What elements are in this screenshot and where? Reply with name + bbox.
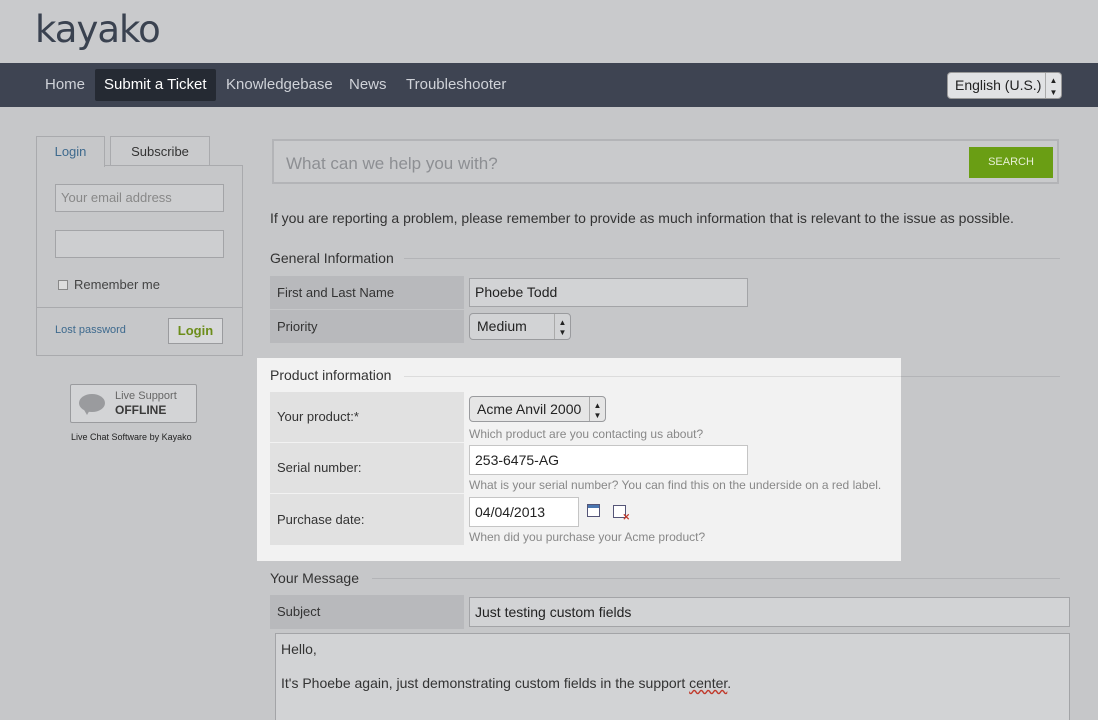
section-divider [404,376,901,377]
clear-date-icon[interactable] [613,505,630,523]
priority-value: Medium [477,318,527,334]
purchase-date-label: Purchase date: [270,494,464,545]
tab-subscribe[interactable]: Subscribe [110,136,210,166]
live-support-status: OFFLINE [115,403,167,417]
credit-text: Live Chat Software [71,432,148,442]
select-arrows-icon: ▲ ▼ [554,314,570,339]
calendar-icon[interactable] [587,504,600,517]
product-select[interactable]: Acme Anvil 2000 ▲ ▼ [469,396,606,422]
remember-checkbox[interactable] [58,280,68,290]
divider [37,307,242,308]
product-label: Your product:* [270,392,464,442]
message-line: It's Phoebe again, just demonstrating cu… [281,675,1064,692]
tab-login[interactable]: Login [36,136,105,167]
general-info-heading: General Information [270,250,394,266]
live-support-badge[interactable]: Live Support OFFLINE [70,384,197,423]
message-line: Hello, [281,641,317,657]
your-message-heading: Your Message [270,570,359,586]
kayako-logo[interactable]: kayako [35,8,161,51]
subject-label: Subject [270,595,464,629]
message-textarea[interactable]: Hello, It's Phoebe again, just demonstra… [275,633,1070,720]
live-chat-credit: Live Chat Software by Kayako [71,432,192,442]
header: kayako [0,0,1098,63]
search-input[interactable]: What can we help you with? [286,154,498,174]
chat-bubble-icon [79,394,105,415]
message-text: . [727,675,732,691]
product-info-heading: Product information [270,367,392,383]
nav-troubleshooter[interactable]: Troubleshooter [397,69,515,101]
language-select[interactable]: English (U.S.) ▲ ▼ [947,72,1062,99]
select-arrows-icon: ▲ ▼ [589,397,605,421]
credit-brand-link[interactable]: Kayako [162,432,192,442]
misspelled-word: center [689,675,728,691]
nav-home[interactable]: Home [36,69,94,101]
search-button[interactable]: SEARCH [969,147,1053,178]
purchase-date-field[interactable]: 04/04/2013 [469,497,579,527]
credit-by: by [149,432,160,442]
serial-label: Serial number: [270,443,464,493]
language-value: English (U.S.) [955,77,1042,93]
live-support-label: Live Support [115,390,177,402]
serial-field[interactable]: 253-6475-AG [469,445,748,475]
select-arrows-icon: ▲ ▼ [1045,73,1061,98]
lost-password-link[interactable]: Lost password [55,324,126,336]
priority-select[interactable]: Medium ▲ ▼ [469,313,571,340]
serial-hint: What is your serial number? You can find… [469,478,882,492]
nav-knowledgebase[interactable]: Knowledgebase [217,69,342,101]
name-field[interactable]: Phoebe Todd [469,278,748,307]
subject-field[interactable]: Just testing custom fields [469,597,1070,627]
nav-submit-ticket[interactable]: Submit a Ticket [95,69,216,101]
remember-label: Remember me [74,277,160,292]
product-hint: Which product are you contacting us abou… [469,427,704,441]
search-bar: What can we help you with? SEARCH [272,139,1059,184]
password-field[interactable] [55,230,224,258]
product-value: Acme Anvil 2000 [477,401,582,417]
login-button[interactable]: Login [168,318,223,344]
priority-label: Priority [270,310,464,343]
section-divider [900,376,1060,377]
email-field[interactable]: Your email address [55,184,224,212]
purchase-date-hint: When did you purchase your Acme product? [469,530,706,544]
message-text: It's Phoebe again, just demonstrating cu… [281,675,690,691]
nav-news[interactable]: News [340,69,396,101]
main-nav: Home Submit a Ticket Knowledgebase News … [0,63,1098,107]
section-divider [404,258,1060,259]
section-divider [372,578,1060,579]
intro-text: If you are reporting a problem, please r… [270,210,1014,226]
name-label: First and Last Name [270,276,464,309]
